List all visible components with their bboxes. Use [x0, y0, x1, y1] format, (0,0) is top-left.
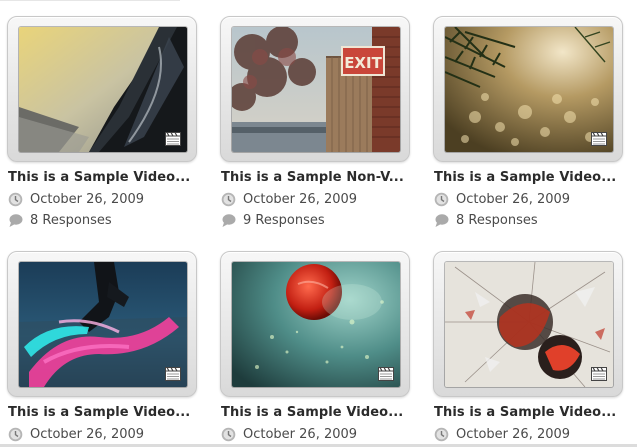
- thumbnail-exit-sign[interactable]: EXIT: [232, 27, 400, 152]
- clock-icon: [8, 427, 23, 441]
- post-date: October 26, 2009: [434, 191, 570, 207]
- thumbnail-red-planet[interactable]: [232, 262, 400, 387]
- speech-bubble-icon: [222, 213, 236, 227]
- post-responses-link[interactable]: 8 Responses: [456, 213, 538, 228]
- top-divider: [0, 0, 180, 1]
- film-clapper-icon: [591, 367, 607, 381]
- film-clapper-icon: [378, 367, 394, 381]
- thumbnail-frame[interactable]: EXIT: [220, 16, 410, 162]
- clock-icon: [434, 192, 449, 206]
- film-clapper-icon: [165, 132, 181, 146]
- speech-bubble-icon: [435, 213, 449, 227]
- post-responses-link[interactable]: 9 Responses: [243, 213, 325, 228]
- thumbnail-frame[interactable]: [220, 251, 410, 397]
- post-date-text: October 26, 2009: [243, 426, 358, 442]
- clock-icon: [221, 427, 236, 441]
- post-date-text: October 26, 2009: [243, 191, 358, 207]
- speech-bubble-icon: [9, 213, 23, 227]
- post-date-text: October 26, 2009: [30, 426, 145, 442]
- clock-icon: [434, 427, 449, 441]
- post-date: October 26, 2009: [221, 191, 357, 207]
- clock-icon: [8, 192, 23, 206]
- thumbnail-road-mirror[interactable]: [19, 27, 187, 152]
- thumbnail-frame[interactable]: [433, 251, 623, 397]
- thumbnail-neon-dancer[interactable]: [19, 262, 187, 387]
- clock-icon: [221, 192, 236, 206]
- post-title-link[interactable]: This is a Sample Video...: [8, 170, 190, 185]
- post-title-link[interactable]: This is a Sample Video...: [8, 405, 190, 420]
- svg-text:EXIT: EXIT: [344, 54, 382, 72]
- film-clapper-icon: [591, 132, 607, 146]
- post-date-text: October 26, 2009: [456, 191, 571, 207]
- post-date: October 26, 2009: [8, 191, 144, 207]
- post-title-link[interactable]: This is a Sample Video...: [434, 170, 616, 185]
- post-responses[interactable]: 8 Responses: [434, 212, 538, 228]
- thumbnail-pine-bokeh[interactable]: [445, 27, 613, 152]
- thumbnail-frame[interactable]: [433, 16, 623, 162]
- post-title-link[interactable]: This is a Sample Video...: [221, 405, 403, 420]
- post-date: October 26, 2009: [221, 426, 357, 442]
- post-date-text: October 26, 2009: [456, 426, 571, 442]
- post-date: October 26, 2009: [434, 426, 570, 442]
- post-date-text: October 26, 2009: [30, 191, 145, 207]
- post-responses[interactable]: 9 Responses: [221, 212, 325, 228]
- thumbnail-frame[interactable]: [7, 16, 197, 162]
- post-title-link[interactable]: This is a Sample Non-V...: [221, 170, 404, 185]
- post-date: October 26, 2009: [8, 426, 144, 442]
- post-title-link[interactable]: This is a Sample Video...: [434, 405, 616, 420]
- film-clapper-icon: [165, 367, 181, 381]
- post-responses[interactable]: 8 Responses: [8, 212, 112, 228]
- thumbnail-shatter-burst[interactable]: [445, 262, 613, 387]
- post-responses-link[interactable]: 8 Responses: [30, 213, 112, 228]
- thumbnail-frame[interactable]: [7, 251, 197, 397]
